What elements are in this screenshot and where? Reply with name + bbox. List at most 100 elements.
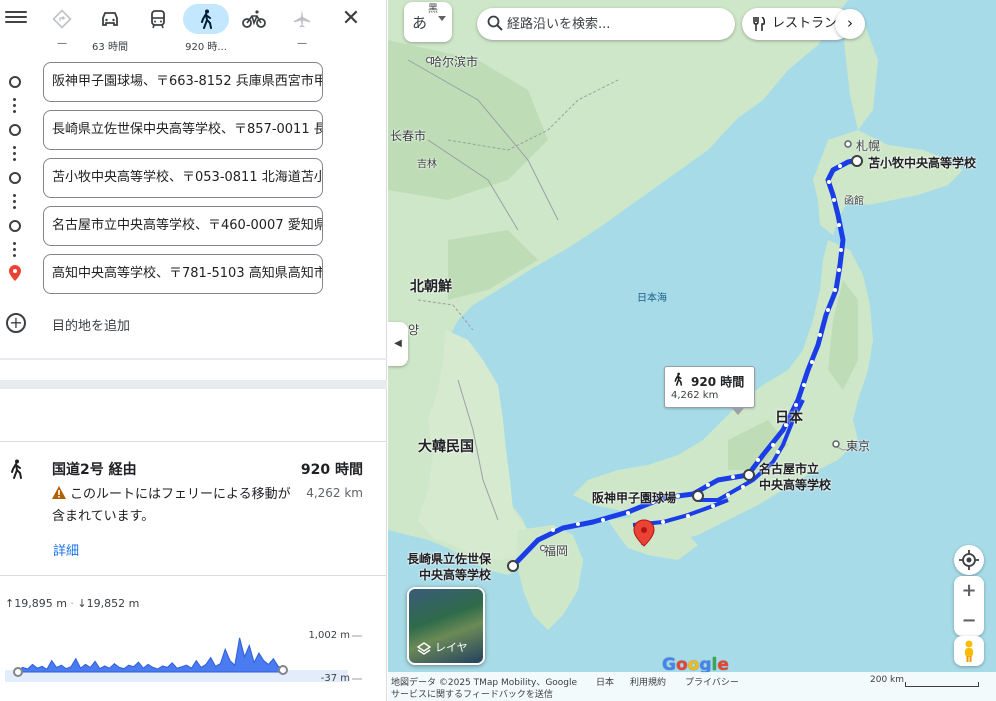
collapse-panel-button[interactable]: ◀	[388, 322, 408, 366]
elevation-chart: 1,002 m -37 m	[5, 630, 362, 684]
my-location-button[interactable]	[954, 545, 984, 575]
stop-field-4[interactable]: 名古屋市立中央高等学校、〒460-0007 愛知県名古屋	[43, 206, 323, 246]
label-hakodate: 函館	[844, 196, 864, 207]
my-location-icon	[959, 550, 979, 570]
stop-waypoint-icon	[9, 172, 21, 184]
label-yang: 양	[408, 323, 420, 337]
scale-label[interactable]: 200 km	[870, 675, 904, 685]
layers-button[interactable]: レイヤ	[407, 587, 485, 665]
kyushu-land	[516, 525, 583, 630]
stop-row: 高知中央高等学校、〒781-5103 高知県高知市	[0, 254, 387, 296]
divider	[0, 358, 387, 360]
walk-icon	[7, 458, 25, 485]
country-link[interactable]: 日本	[596, 675, 614, 688]
label-heilongjiang: 黑	[428, 4, 438, 15]
label-sea-of-japan: 日本海	[637, 293, 667, 304]
label-harbin: 哈尔滨市	[430, 55, 479, 69]
label-jilin: 吉林	[417, 159, 437, 170]
label-tomakomai[interactable]: 苫小牧中央高等学校	[868, 154, 976, 171]
mode-walk-sub: 920 時...	[185, 42, 227, 53]
sasebo-marker	[507, 560, 519, 572]
mode-cycle-icon[interactable]	[231, 4, 277, 34]
elevation-end-marker	[278, 665, 288, 675]
zoom-out-button[interactable]: −	[954, 606, 984, 636]
label-koshien[interactable]: 阪神甲子園球場	[592, 489, 676, 506]
map-footer: 地図データ ©2025 TMap Mobility、Google 日本 利用規約…	[388, 672, 996, 701]
terms-link[interactable]: 利用規約	[630, 675, 666, 688]
menu-icon[interactable]	[5, 8, 27, 30]
stop-field-3[interactable]: 苫小牧中央高等学校、〒053-0811 北海道苫小牧市	[43, 158, 323, 198]
elevation-profile	[17, 637, 284, 673]
route-title: 国道2号 経由	[52, 462, 137, 478]
add-circle-icon: +	[6, 313, 26, 333]
feedback-link[interactable]: サービスに関するフィードバックを送信	[391, 687, 553, 700]
chevron-right-icon[interactable]: ›	[835, 9, 865, 39]
add-destination-button[interactable]: + 目的地を追加	[0, 310, 387, 338]
ascent-icon: ↑	[5, 597, 15, 610]
elevation-min-label: -37 m	[321, 673, 350, 684]
label-north-korea: 北朝鮮	[410, 279, 452, 295]
street-view-pegman-icon[interactable]	[954, 636, 984, 666]
add-destination-label: 目的地を追加	[52, 319, 131, 334]
label-nagoya-line1[interactable]: 名古屋市立	[759, 460, 819, 477]
sapporo-dot	[844, 140, 852, 148]
label-sasebo-line2[interactable]: 中央高等学校	[419, 566, 491, 583]
scale-bar	[905, 682, 979, 687]
zoom-in-button[interactable]: +	[954, 576, 984, 606]
mode-walk-icon[interactable]	[183, 4, 229, 34]
details-link[interactable]: 詳細	[53, 540, 79, 559]
route-search-input[interactable]	[507, 14, 717, 34]
mode-car-sub: 63 時間	[92, 42, 128, 53]
stop-field-5[interactable]: 高知中央高等学校、〒781-5103 高知県高知市	[43, 254, 323, 294]
stop-origin-icon	[9, 76, 21, 88]
tomakomai-marker	[851, 155, 863, 167]
label-nagoya-line2[interactable]: 中央高等学校	[759, 476, 831, 493]
route-search-box[interactable]	[477, 8, 735, 40]
divider	[0, 441, 387, 442]
stop-waypoint-icon	[9, 124, 21, 136]
pin-center	[641, 527, 647, 533]
koshien-marker	[692, 490, 704, 502]
elevation-start-marker	[13, 667, 23, 677]
directions-panel: — 63 時間 920 時... — ✕ 阪神甲子園球場、〒663-8152 兵…	[0, 0, 387, 701]
layers-icon	[417, 642, 431, 655]
stop-field-1[interactable]: 阪神甲子園球場、〒663-8152 兵庫県西宮市甲子園町	[43, 62, 323, 102]
divider	[0, 575, 387, 576]
mode-transit-icon[interactable]	[135, 4, 181, 34]
label-sapporo: 札幌	[856, 139, 881, 153]
travel-mode-bar: — 63 時間 920 時... — ✕	[0, 0, 387, 58]
mode-best-icon[interactable]	[39, 4, 85, 34]
warning-icon	[52, 486, 66, 499]
walk-icon	[672, 372, 684, 390]
stop-row: 阪神甲子園球場、〒663-8152 兵庫県西宮市甲子園町	[0, 62, 387, 104]
restaurant-icon	[753, 17, 765, 31]
label-fukuoka: 福岡	[544, 544, 569, 558]
privacy-link[interactable]: プライバシー	[685, 675, 739, 688]
layers-label: レイヤ	[435, 641, 468, 654]
map-canvas[interactable]: ◀ あ レストラン › 哈尔滨市 长春市 吉林 黑 北朝鮮 양 大韓民国 日本海…	[388, 0, 996, 701]
close-icon[interactable]: ✕	[338, 6, 364, 31]
label-japan: 日本	[775, 410, 803, 426]
route-time-callout[interactable]: 920 時間 4,262 km	[664, 366, 755, 415]
mode-car-icon[interactable]	[87, 4, 133, 34]
section-separator	[0, 380, 387, 389]
elevation-max-label: 1,002 m	[308, 630, 350, 641]
nagoya-marker	[743, 469, 755, 481]
stop-waypoint-icon	[9, 220, 21, 232]
callout-distance: 4,262 km	[671, 390, 719, 401]
label-sasebo-line1[interactable]: 長崎県立佐世保	[407, 550, 491, 567]
mode-flight-icon[interactable]	[279, 4, 325, 34]
route-time: 920 時間	[300, 462, 363, 478]
route-option-card[interactable]: 国道2号 経由 920 時間 4,262 km このルートにはフェリーによる移動…	[0, 450, 387, 570]
dropdown-caret-icon	[438, 16, 446, 21]
stop-row: 苫小牧中央高等学校、〒053-0811 北海道苫小牧市	[0, 158, 387, 200]
zoom-controls: + −	[954, 576, 984, 636]
language-label: あ	[412, 14, 428, 32]
ascent-value: 19,895 m	[14, 597, 67, 610]
stop-row: 名古屋市立中央高等学校、〒460-0007 愛知県名古屋	[0, 206, 387, 248]
stop-field-2[interactable]: 長崎県立佐世保中央高等学校、〒857-0011 長崎県	[43, 110, 323, 150]
mode-flight-sub: —	[297, 38, 307, 49]
route-distance: 4,262 km	[306, 486, 363, 500]
stop-row: 長崎県立佐世保中央高等学校、〒857-0011 長崎県	[0, 110, 387, 152]
callout-time: 920 時間	[691, 375, 745, 389]
